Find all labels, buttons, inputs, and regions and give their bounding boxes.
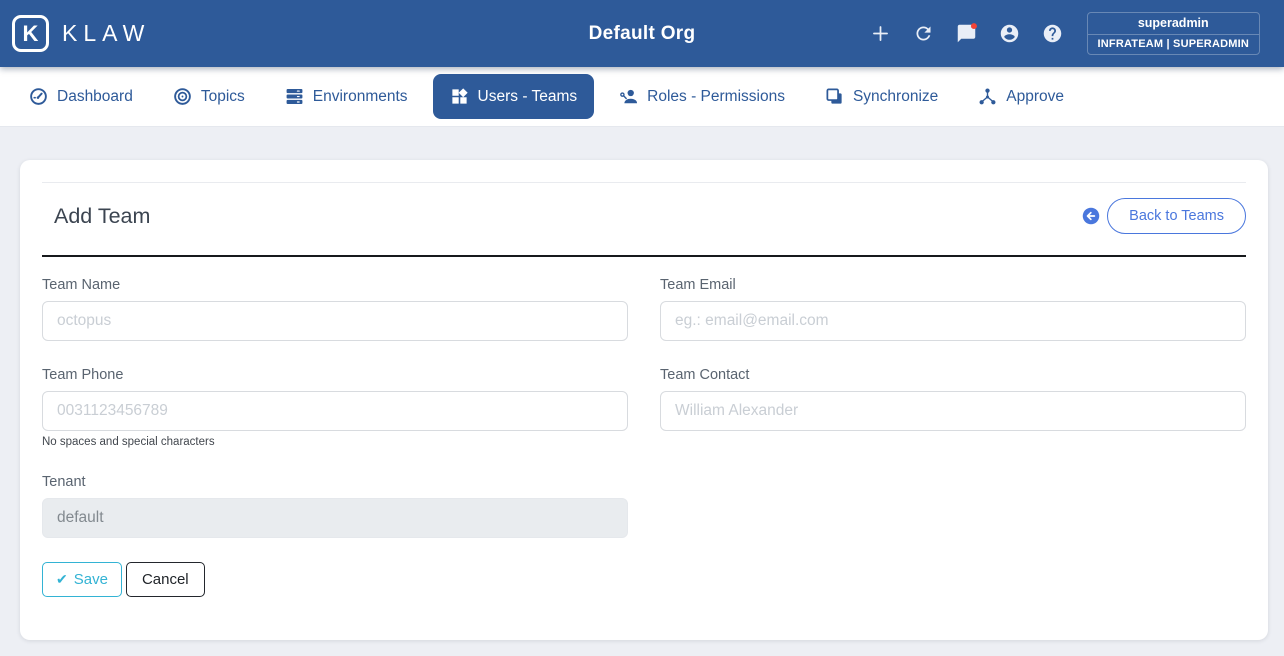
team-email-input[interactable] xyxy=(660,301,1246,341)
nav-label: Topics xyxy=(200,87,245,105)
card-header: Add Team Back to Teams xyxy=(42,183,1246,255)
team-phone-label: Team Phone xyxy=(42,367,124,383)
nav-item-synchronize[interactable]: Synchronize xyxy=(810,76,953,117)
app-logo-text: KLAW xyxy=(62,20,151,46)
team-name-field-group: Team Name xyxy=(42,277,628,341)
account-icon[interactable] xyxy=(999,23,1020,44)
refresh-icon[interactable] xyxy=(913,23,934,44)
back-to-teams-button[interactable]: Back to Teams xyxy=(1107,198,1246,234)
tenant-field-group: Tenant xyxy=(42,474,628,538)
plus-icon[interactable] xyxy=(870,23,891,44)
chat-notification-icon[interactable] xyxy=(956,23,977,44)
clone-icon xyxy=(825,87,844,106)
notification-badge-dot xyxy=(970,23,977,30)
team-email-label: Team Email xyxy=(660,277,736,293)
gauge-icon xyxy=(29,87,48,106)
header-actions xyxy=(870,23,1063,44)
section-divider xyxy=(42,255,1246,257)
back-to-teams-group: Back to Teams xyxy=(1082,198,1246,234)
nav-item-dashboard[interactable]: Dashboard xyxy=(14,76,148,117)
nav-item-approve[interactable]: Approve xyxy=(963,76,1079,117)
cancel-button[interactable]: Cancel xyxy=(125,562,205,597)
username: superadmin xyxy=(1137,16,1209,30)
team-name-input[interactable] xyxy=(42,301,628,341)
team-phone-helper-text: No spaces and special characters xyxy=(42,436,215,448)
save-button-label: Save xyxy=(73,571,108,588)
team-contact-input[interactable] xyxy=(660,391,1246,431)
server-icon xyxy=(285,87,304,106)
help-icon[interactable] xyxy=(1042,23,1063,44)
nav-label: Roles - Permissions xyxy=(647,87,785,105)
page-title: Add Team xyxy=(54,203,151,228)
user-team-role: INFRATEAM | SUPERADMIN xyxy=(1087,34,1259,54)
nav-label: Dashboard xyxy=(57,87,133,105)
bullseye-icon xyxy=(173,87,192,106)
team-email-field-group: Team Email xyxy=(660,277,1246,341)
nav-label: Environments xyxy=(312,87,408,105)
nav-item-environments[interactable]: Environments xyxy=(270,76,423,117)
team-name-label: Team Name xyxy=(42,277,121,293)
main-nav: Dashboard Topics Environments Users - Te… xyxy=(0,67,1284,127)
klaw-logo-icon[interactable]: K xyxy=(12,15,49,52)
check-icon: ✔ xyxy=(56,571,68,587)
team-phone-input[interactable] xyxy=(42,391,628,431)
team-phone-field-group: Team Phone No spaces and special charact… xyxy=(42,367,628,448)
grid-spacer xyxy=(660,474,1246,538)
widgets-icon xyxy=(450,87,469,106)
form-actions: ✔ Save Cancel xyxy=(42,562,1246,597)
app-header: K KLAW Default Org superadmin INFRATEAM … xyxy=(0,0,1284,67)
nav-item-topics[interactable]: Topics xyxy=(158,76,260,117)
nav-item-roles-permissions[interactable]: Roles - Permissions xyxy=(604,76,800,117)
nav-label: Approve xyxy=(1006,87,1064,105)
add-team-form: Team Name Team Email Team Phone No space… xyxy=(42,277,1246,538)
nav-label: Synchronize xyxy=(852,87,939,105)
org-title: Default Org xyxy=(588,22,696,44)
tenant-label: Tenant xyxy=(42,474,86,490)
team-contact-label: Team Contact xyxy=(660,367,750,383)
tenant-input xyxy=(42,498,628,538)
page-background: Add Team Back to Teams Team Name Team Em… xyxy=(0,127,1284,656)
arrow-left-circle-icon[interactable] xyxy=(1082,207,1100,225)
nav-label: Users - Teams xyxy=(477,87,578,105)
save-button[interactable]: ✔ Save xyxy=(42,562,122,597)
user-key-icon xyxy=(619,87,638,106)
add-team-card: Add Team Back to Teams Team Name Team Em… xyxy=(20,160,1268,640)
hub-icon xyxy=(978,87,997,106)
nav-item-users-teams[interactable]: Users - Teams xyxy=(432,74,595,119)
team-contact-field-group: Team Contact xyxy=(660,367,1246,448)
user-info-box[interactable]: superadmin INFRATEAM | SUPERADMIN xyxy=(1086,12,1260,55)
